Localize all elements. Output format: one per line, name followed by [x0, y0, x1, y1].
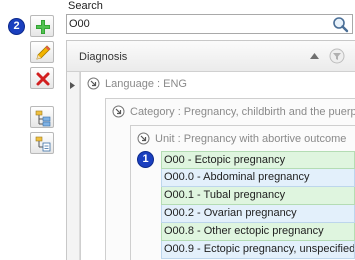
- collapse-tree-icon: [35, 136, 51, 152]
- delete-button[interactable]: [30, 67, 54, 89]
- table-row[interactable]: O00.0 - Abdominal pregnancy: [161, 169, 355, 187]
- close-icon: [36, 72, 50, 86]
- column-header-diagnosis[interactable]: Diagnosis: [79, 51, 127, 63]
- table-row[interactable]: O00.8 - Other ectopic pregnancy: [161, 223, 355, 241]
- expand-all-button[interactable]: [30, 106, 54, 128]
- table-row[interactable]: O00.9 - Ectopic pregnancy, unspecified: [161, 241, 355, 259]
- filter-icon[interactable]: [329, 48, 345, 64]
- plus-icon: [36, 20, 50, 34]
- table-row[interactable]: O00.2 - Ovarian pregnancy: [161, 205, 355, 223]
- step-badge-2: 2: [8, 18, 25, 35]
- group-label-unit: Unit : Pregnancy with abortive outcome: [155, 133, 347, 145]
- pencil-icon: [36, 45, 51, 60]
- table-row[interactable]: O00.1 - Tubal pregnancy: [161, 187, 355, 205]
- group-label-language: Language : ENG: [105, 78, 187, 90]
- group-label-category: Category : Pregnancy, childbirth and the…: [130, 106, 355, 118]
- row-expand-column: [67, 72, 80, 260]
- search-icon[interactable]: [332, 16, 349, 33]
- collapse-all-button[interactable]: [30, 132, 54, 154]
- search-input[interactable]: [69, 16, 324, 32]
- add-button[interactable]: [30, 15, 54, 37]
- expand-tree-icon: [35, 110, 51, 127]
- grid-header[interactable]: Diagnosis: [67, 41, 355, 72]
- step-badge-1: 1: [137, 151, 154, 168]
- collapse-group-icon[interactable]: [87, 77, 100, 90]
- collapse-group-icon[interactable]: [112, 105, 125, 118]
- expand-arrow-icon[interactable]: [70, 82, 75, 89]
- table-row[interactable]: O00 - Ectopic pregnancy: [161, 151, 355, 169]
- search-field[interactable]: [66, 14, 353, 34]
- collapse-group-icon[interactable]: [137, 132, 150, 145]
- search-label: Search: [68, 0, 103, 12]
- sort-up-icon[interactable]: [310, 53, 319, 59]
- edit-button[interactable]: [30, 41, 54, 63]
